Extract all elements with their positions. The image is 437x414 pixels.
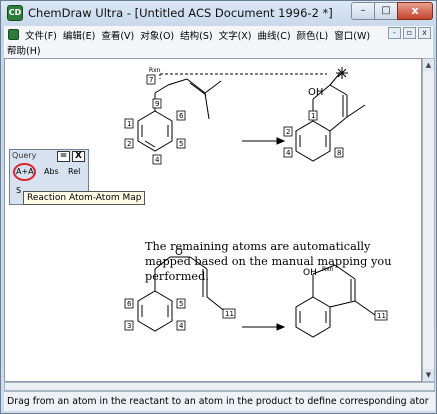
status-bar: Drag from an atom in the reactant to an … (4, 391, 435, 411)
map-number: 1 (311, 112, 315, 120)
document-icon[interactable] (8, 29, 19, 40)
minimize-button[interactable]: – (351, 2, 375, 20)
doc-minimize-button[interactable]: - (388, 27, 401, 39)
rxn-label: Rxn (149, 67, 161, 74)
menu-bar: 文件(F) 编辑(E) 查看(V) 对象(O) 结构(S) 文字(X) 曲线(C… (4, 26, 433, 58)
map-number: 5 (179, 300, 183, 308)
menu-edit[interactable]: 编辑(E) (60, 28, 98, 42)
chemdraw-app-icon[interactable]: CD (7, 5, 23, 21)
oh-label: OH (308, 87, 323, 98)
maximize-button[interactable]: □ (374, 2, 398, 20)
menu-color[interactable]: 颜色(L) (294, 28, 332, 42)
atom-map-tool-button[interactable]: A+A (16, 167, 34, 176)
menu-curves[interactable]: 曲线(C) (255, 28, 294, 42)
menu-help[interactable]: 帮助(H) (4, 43, 44, 57)
vertical-scrollbar[interactable]: ▲ ▼ (422, 58, 435, 382)
app-window: CD ChemDraw Ultra - [Untitled ACS Docume… (0, 0, 437, 414)
menu-object[interactable]: 对象(O) (137, 28, 177, 42)
map-number: 11 (377, 312, 386, 320)
menu-text[interactable]: 文字(X) (216, 28, 255, 42)
drawing-canvas[interactable]: Rxn OH O OH Rxn 7 6 1 2 5 4 9 1 2 4 8 6 … (4, 58, 422, 382)
horizontal-scrollbar[interactable] (4, 382, 435, 391)
reactant-benzene-ring (137, 110, 173, 152)
map-number: 9 (155, 100, 159, 108)
doc-restore-button[interactable]: ▫ (403, 27, 416, 39)
rel-stereo-tool-button[interactable]: Rel (68, 167, 80, 176)
map-number: 2 (127, 140, 131, 148)
caption-text: The remaining atoms are automatically ma… (145, 240, 392, 283)
menu-view[interactable]: 查看(V) (98, 28, 137, 42)
close-button[interactable]: x (397, 2, 433, 20)
cursor-icon (336, 67, 348, 79)
map-number: 4 (155, 156, 160, 164)
palette-title: Query (12, 151, 37, 160)
map-number: 7 (149, 76, 153, 84)
map-number: 3 (127, 322, 131, 330)
reaction-drawing: Rxn OH O OH Rxn 7 6 1 2 5 4 9 1 2 4 8 6 … (124, 67, 388, 338)
map-number: 5 (179, 140, 183, 148)
bottom-reactant-ring (137, 290, 173, 332)
map-number: 1 (127, 120, 131, 128)
map-number: 2 (286, 128, 290, 136)
palette-minimize-button[interactable]: = (57, 151, 70, 162)
product-benzene-ring (295, 120, 331, 162)
scroll-up-icon[interactable]: ▲ (423, 59, 434, 71)
map-number: 11 (225, 310, 234, 318)
abs-stereo-tool-button[interactable]: Abs (44, 167, 59, 176)
map-number: 6 (179, 112, 184, 120)
palette-close-button[interactable]: X (72, 151, 85, 162)
sq-tool-button[interactable]: S (16, 186, 21, 195)
map-number: 4 (286, 149, 291, 157)
doc-close-button[interactable]: x (418, 27, 431, 39)
map-number: 8 (337, 149, 341, 157)
menu-structure[interactable]: 结构(S) (177, 28, 215, 42)
bottom-product-ring (295, 296, 331, 338)
scroll-down-icon[interactable]: ▼ (423, 369, 434, 381)
map-number: 4 (179, 322, 184, 330)
menu-window[interactable]: 窗口(W) (331, 28, 373, 42)
map-number: 6 (127, 300, 132, 308)
menu-file[interactable]: 文件(F) (22, 28, 60, 42)
tooltip: Reaction Atom-Atom Map (23, 191, 146, 205)
map-number-boxes: 7 6 1 2 5 4 9 1 2 4 8 6 5 3 4 11 11 (124, 74, 388, 331)
window-title: ChemDraw Ultra - [Untitled ACS Document … (28, 6, 333, 20)
